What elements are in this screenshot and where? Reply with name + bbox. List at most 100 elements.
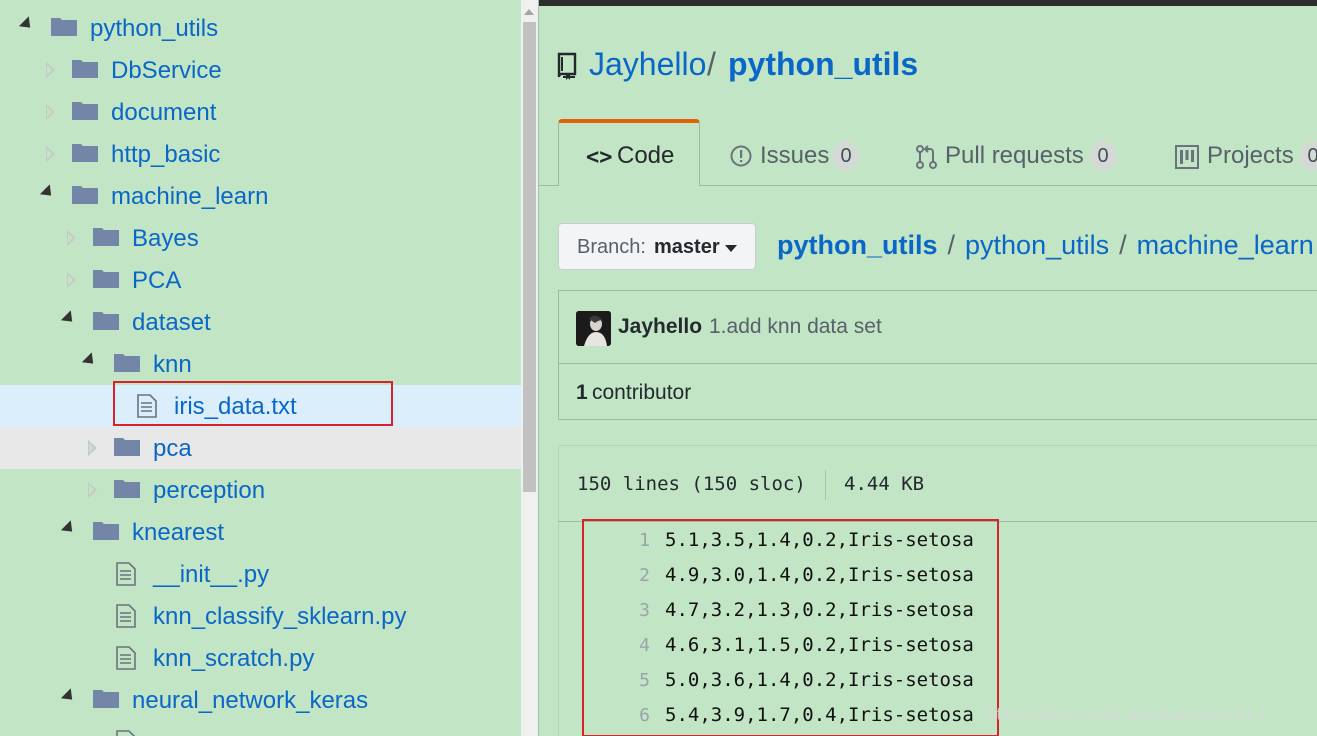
tree-item-label: machine_learn: [111, 183, 269, 210]
highlight-box: [113, 381, 393, 426]
folder-icon: [72, 184, 98, 204]
repo-view: Jayhello / python_utils <> Code Issues 0…: [538, 0, 1317, 736]
tree-item-partial: [0, 721, 521, 736]
tree-item-label: knn_scratch.py: [153, 645, 315, 672]
breadcrumb-separator: /: [947, 230, 956, 260]
tree-item-label: python_utils: [90, 15, 219, 42]
tree-item-knn[interactable]: knn: [0, 343, 521, 385]
tree-item-label: http_basic: [111, 141, 221, 168]
collapsed-arrow-icon[interactable]: [46, 104, 55, 120]
folder-icon: [93, 520, 119, 540]
commit-author-link[interactable]: Jayhello: [618, 315, 702, 339]
tab-code-label: Code: [617, 142, 675, 169]
folder-icon: [114, 436, 140, 456]
file-text-icon: [116, 604, 136, 628]
expanded-arrow-icon[interactable]: [60, 310, 78, 327]
repo-title-separator: /: [707, 46, 716, 82]
tree-item-pca-upper[interactable]: PCA: [0, 259, 521, 301]
tab-projects[interactable]: Projects: [1207, 142, 1294, 170]
expanded-arrow-icon[interactable]: [60, 688, 78, 705]
tree-item-label: Bayes: [132, 225, 199, 252]
file-size: 4.44 KB: [844, 473, 925, 495]
collapsed-arrow-icon[interactable]: [88, 440, 97, 456]
contributor-label[interactable]: contributor: [592, 381, 691, 405]
tree-item-init-py[interactable]: __init__.py: [0, 553, 521, 595]
tree-item-machine-learn[interactable]: machine_learn: [0, 175, 521, 217]
tree-item-label: knearest: [132, 519, 225, 546]
code-icon: <>: [586, 145, 613, 170]
tree-item-knn-classify-sklearn[interactable]: knn_classify_sklearn.py: [0, 595, 521, 637]
tab-issues[interactable]: Issues: [760, 142, 829, 170]
top-bar: [539, 0, 1317, 6]
tree-item-label: DbService: [111, 57, 222, 84]
collapsed-arrow-icon[interactable]: [46, 146, 55, 162]
folder-icon: [93, 226, 119, 246]
expanded-arrow-icon[interactable]: [18, 16, 36, 33]
tree-item-label: knn: [153, 351, 192, 378]
tree-item-pca[interactable]: pca: [0, 427, 521, 469]
tree-item-label: knn_classify_sklearn.py: [153, 603, 407, 630]
file-lines-info: 150 lines (150 sloc): [577, 473, 806, 495]
tree-item-label: PCA: [132, 267, 182, 294]
tree-item-dataset[interactable]: dataset: [0, 301, 521, 343]
folder-icon: [114, 478, 140, 498]
git-pull-request-icon: [916, 145, 938, 174]
tree-item-label: pca: [153, 435, 192, 462]
tree-item-label: neural_network_keras: [132, 687, 369, 714]
tree-item-document[interactable]: document: [0, 91, 521, 133]
tree-item-bayes[interactable]: Bayes: [0, 217, 521, 259]
tree-item-label: __init__.py: [153, 561, 270, 588]
file-text-icon: [116, 730, 136, 736]
tree-item-knn-scratch[interactable]: knn_scratch.py: [0, 637, 521, 679]
collapsed-arrow-icon[interactable]: [67, 230, 76, 246]
folder-icon: [72, 142, 98, 162]
tree-item-http-basic[interactable]: http_basic: [0, 133, 521, 175]
code-highlight-box: [582, 519, 999, 736]
contributor-count[interactable]: 1: [576, 381, 588, 405]
tree-item-python-utils[interactable]: python_utils: [0, 7, 521, 49]
expanded-arrow-icon[interactable]: [81, 352, 99, 369]
dropdown-caret-icon: [725, 245, 737, 252]
expanded-arrow-icon[interactable]: [60, 520, 78, 537]
tree-scrollbar-thumb[interactable]: [523, 22, 536, 492]
collapsed-arrow-icon[interactable]: [67, 272, 76, 288]
pull-requests-counter: 0: [1090, 141, 1116, 171]
project-icon: [1175, 145, 1199, 174]
breadcrumb: python_utils / python_utils / machine_learn: [777, 230, 1314, 261]
commit-divider: [558, 363, 1317, 364]
breadcrumb-item[interactable]: python_utils: [965, 230, 1109, 260]
tree-item-dbservice[interactable]: DbService: [0, 49, 521, 91]
folder-icon: [114, 352, 140, 372]
issues-counter: 0: [833, 141, 859, 171]
tab-pull-requests[interactable]: Pull requests: [945, 142, 1084, 170]
tree-item-knearest[interactable]: knearest: [0, 511, 521, 553]
tree-item-label: dataset: [132, 309, 211, 336]
folder-icon: [93, 688, 119, 708]
folder-icon: [93, 310, 119, 330]
repo-name-link[interactable]: python_utils: [728, 46, 918, 83]
breadcrumb-root[interactable]: python_utils: [777, 230, 938, 260]
expanded-arrow-icon[interactable]: [39, 184, 57, 201]
breadcrumb-separator: /: [1119, 230, 1127, 260]
issue-opened-icon: [730, 145, 752, 172]
folder-icon: [93, 268, 119, 288]
avatar[interactable]: [576, 311, 611, 346]
scroll-up-arrow-icon[interactable]: [524, 9, 534, 15]
repo-book-icon: [557, 52, 579, 85]
file-tree: python_utils DbService document http_bas…: [0, 0, 521, 736]
folder-icon: [72, 100, 98, 120]
branch-name: master: [654, 236, 720, 258]
collapsed-arrow-icon[interactable]: [46, 62, 55, 78]
collapsed-arrow-icon[interactable]: [88, 482, 97, 498]
breadcrumb-item[interactable]: machine_learn: [1137, 230, 1314, 260]
tree-item-label: perception: [153, 477, 266, 504]
projects-counter: 0: [1300, 141, 1317, 171]
commit-message-link[interactable]: 1.add knn data set: [709, 315, 882, 339]
folder-icon: [72, 58, 98, 78]
folder-icon: [51, 16, 77, 36]
file-info-divider: [825, 470, 826, 500]
tree-item-neural-network-keras[interactable]: neural_network_keras: [0, 679, 521, 721]
file-text-icon: [116, 646, 136, 670]
repo-owner-link[interactable]: Jayhello: [589, 46, 706, 83]
tree-item-perception[interactable]: perception: [0, 469, 521, 511]
